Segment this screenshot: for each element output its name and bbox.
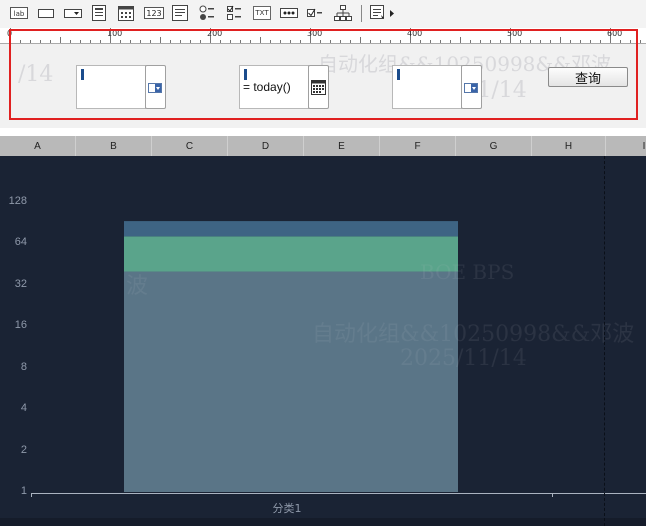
toolbar-separator xyxy=(361,5,362,22)
column-header-a[interactable]: A xyxy=(0,136,76,156)
tree-tool-icon[interactable] xyxy=(334,4,352,22)
column-header-c[interactable]: C xyxy=(152,136,228,156)
column-header-f[interactable]: F xyxy=(380,136,456,156)
sheet-column-header: A B C D E F G H I xyxy=(0,136,646,156)
panel-gap xyxy=(0,128,646,136)
column-header-g[interactable]: G xyxy=(456,136,532,156)
bar-segment-3 xyxy=(124,221,458,237)
page-break-line xyxy=(604,156,605,526)
calendar-tool-icon[interactable] xyxy=(118,4,134,22)
toolbar: lab 123 TXT xyxy=(0,0,646,28)
chart-plot: 分类1 xyxy=(0,221,646,526)
textbox-tool-icon[interactable] xyxy=(38,4,54,22)
dropdown-tool-icon[interactable] xyxy=(64,4,82,22)
svg-text:123: 123 xyxy=(146,9,161,18)
textarea-tool-icon[interactable] xyxy=(172,4,188,22)
x-category-label: 分类1 xyxy=(273,501,302,515)
column-header-i[interactable]: I xyxy=(606,136,646,156)
chart-area: 1286432168421 分类1 BOE BPS 波 自动化组&&102509… xyxy=(0,156,646,526)
list-tool-icon[interactable] xyxy=(92,4,106,22)
svg-text:lab: lab xyxy=(14,10,25,18)
column-header-d[interactable]: D xyxy=(228,136,304,156)
text-tool-icon[interactable]: TXT xyxy=(253,4,271,22)
label-tool-icon[interactable]: lab xyxy=(10,4,28,22)
column-header-b[interactable]: B xyxy=(76,136,152,156)
radio-tool-icon[interactable] xyxy=(199,4,215,22)
bar-segment-1 xyxy=(124,271,458,492)
column-header-h[interactable]: H xyxy=(532,136,606,156)
checkbox-tool-icon[interactable] xyxy=(307,4,323,22)
checkbox-group-tool-icon[interactable] xyxy=(226,4,242,22)
svg-text:TXT: TXT xyxy=(254,9,269,17)
bar-segment-2 xyxy=(124,236,458,272)
selection-border xyxy=(9,29,638,120)
more-tool-icon[interactable] xyxy=(370,4,396,22)
password-tool-icon[interactable] xyxy=(280,4,298,22)
number-tool-icon[interactable]: 123 xyxy=(144,4,164,22)
chart-bottom-strip xyxy=(0,518,646,526)
column-header-e[interactable]: E xyxy=(304,136,380,156)
